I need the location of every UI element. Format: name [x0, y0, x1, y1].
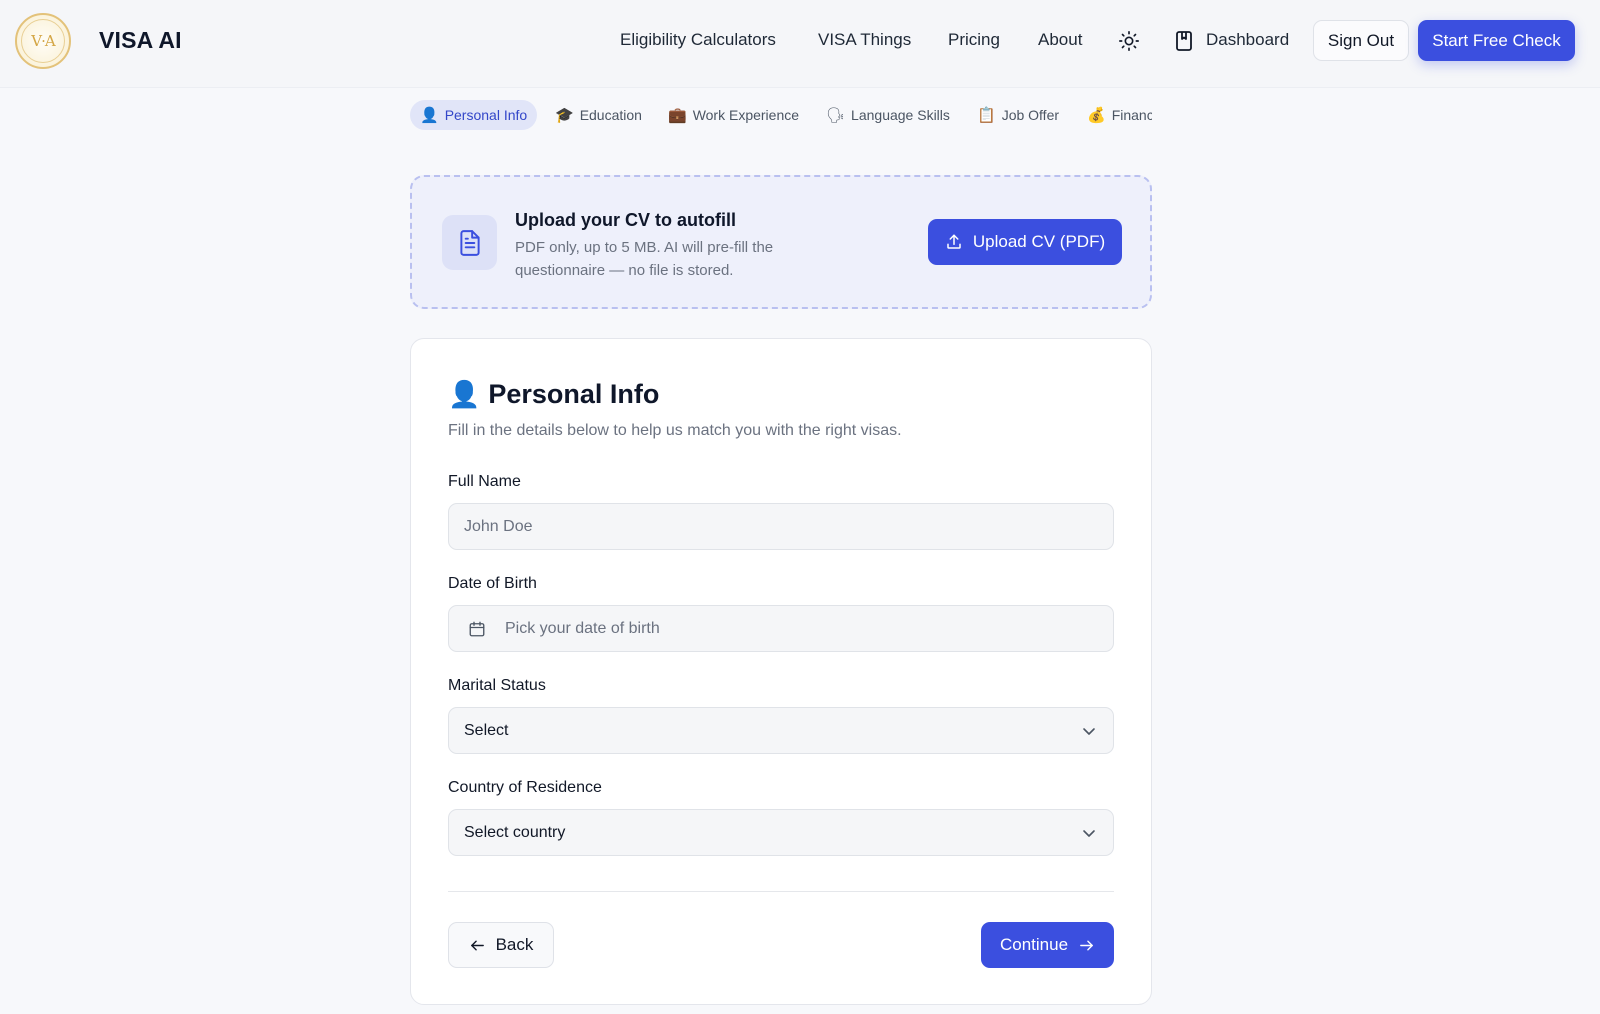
step-label: Work Experience	[692, 107, 800, 123]
bookmark-icon	[1176, 31, 1192, 51]
logo-monogram: V·A	[21, 19, 65, 63]
country-select[interactable]: Select country	[448, 809, 1114, 856]
back-button[interactable]: Back	[448, 922, 554, 968]
continue-label: Continue	[999, 935, 1069, 954]
step-language-skills[interactable]: 🗣 Language Skills	[826, 100, 950, 130]
nav-dashboard[interactable]: Dashboard	[1206, 30, 1289, 50]
form-divider	[448, 891, 1114, 892]
dob-label: Date of Birth	[448, 575, 537, 592]
step-education[interactable]: 🎓 Education	[555, 100, 642, 130]
visa-ai-logo[interactable]: V·A	[15, 13, 71, 69]
upload-cv-button[interactable]: Upload CV (PDF)	[928, 219, 1122, 265]
continue-button[interactable]: Continue	[981, 922, 1114, 968]
arrow-right-icon	[1080, 940, 1093, 950]
arrow-left-icon	[470, 940, 484, 950]
upload-description: PDF only, up to 5 MB. AI will pre-fill t…	[515, 239, 774, 279]
sign-out-button[interactable]: Sign Out	[1313, 20, 1409, 61]
full-name-input[interactable]	[448, 503, 1114, 550]
nav-eligibility-calculators[interactable]: Eligibility Calculators	[620, 30, 776, 50]
questionnaire-steps: 👤 Personal Info 🎓 Education 💼 Work Exper…	[410, 100, 1152, 130]
chevron-down-icon	[1083, 830, 1095, 837]
form-title: 👤 Personal Info	[448, 379, 659, 410]
nav-about[interactable]: About	[1038, 30, 1082, 50]
marital-status-select[interactable]: Select	[448, 707, 1114, 754]
calendar-icon	[469, 621, 485, 637]
person-icon: 👤	[448, 379, 481, 410]
clipboard-icon: 📋	[977, 106, 996, 124]
chevron-down-icon	[1083, 728, 1095, 735]
personal-info-form: 👤 Personal Info Fill in the details belo…	[410, 338, 1152, 1005]
step-job-offer[interactable]: 📋 Job Offer	[977, 100, 1059, 130]
step-label: Education	[579, 107, 642, 123]
sun-icon[interactable]	[1118, 30, 1140, 52]
back-label: Back	[495, 935, 534, 954]
upload-button-label: Upload CV (PDF)	[972, 232, 1106, 251]
money-bag-icon: 💰	[1087, 106, 1106, 124]
step-label: Job Offer	[1001, 107, 1060, 123]
step-work-experience[interactable]: 💼 Work Experience	[668, 100, 799, 130]
brand-name[interactable]: VISA AI	[99, 27, 182, 54]
nav-visa-things[interactable]: VISA Things	[818, 30, 911, 50]
country-value: Select country	[464, 823, 566, 841]
briefcase-icon: 💼	[668, 106, 687, 124]
speaking-head-icon: 🗣	[826, 106, 846, 124]
dob-placeholder: Pick your date of birth	[505, 619, 660, 637]
start-free-check-button[interactable]: Start Free Check	[1418, 20, 1575, 61]
dob-picker[interactable]: Pick your date of birth	[448, 605, 1114, 652]
upload-icon	[947, 234, 961, 249]
step-financ[interactable]: 💰 Financ	[1087, 100, 1152, 130]
cv-upload-card: Upload your CV to autofill PDF only, up …	[410, 175, 1152, 309]
nav-pricing[interactable]: Pricing	[948, 30, 1000, 50]
document-icon	[442, 215, 497, 270]
country-label: Country of Residence	[448, 779, 602, 796]
top-navbar: V·A VISA AI Eligibility Calculators VISA…	[0, 0, 1600, 88]
step-personal-info[interactable]: 👤 Personal Info	[410, 100, 538, 130]
full-name-label: Full Name	[448, 473, 521, 490]
form-subtitle: Fill in the details below to help us mat…	[448, 422, 902, 439]
step-label: Personal Info	[444, 107, 528, 123]
marital-status-label: Marital Status	[448, 677, 546, 694]
upload-title: Upload your CV to autofill	[515, 210, 736, 230]
marital-status-value: Select	[464, 721, 509, 739]
step-label: Financ	[1111, 107, 1152, 123]
graduation-cap-icon: 🎓	[555, 106, 574, 124]
step-label: Language Skills	[851, 107, 950, 123]
person-icon: 👤	[420, 106, 439, 124]
form-title-text: Personal Info	[488, 379, 660, 409]
